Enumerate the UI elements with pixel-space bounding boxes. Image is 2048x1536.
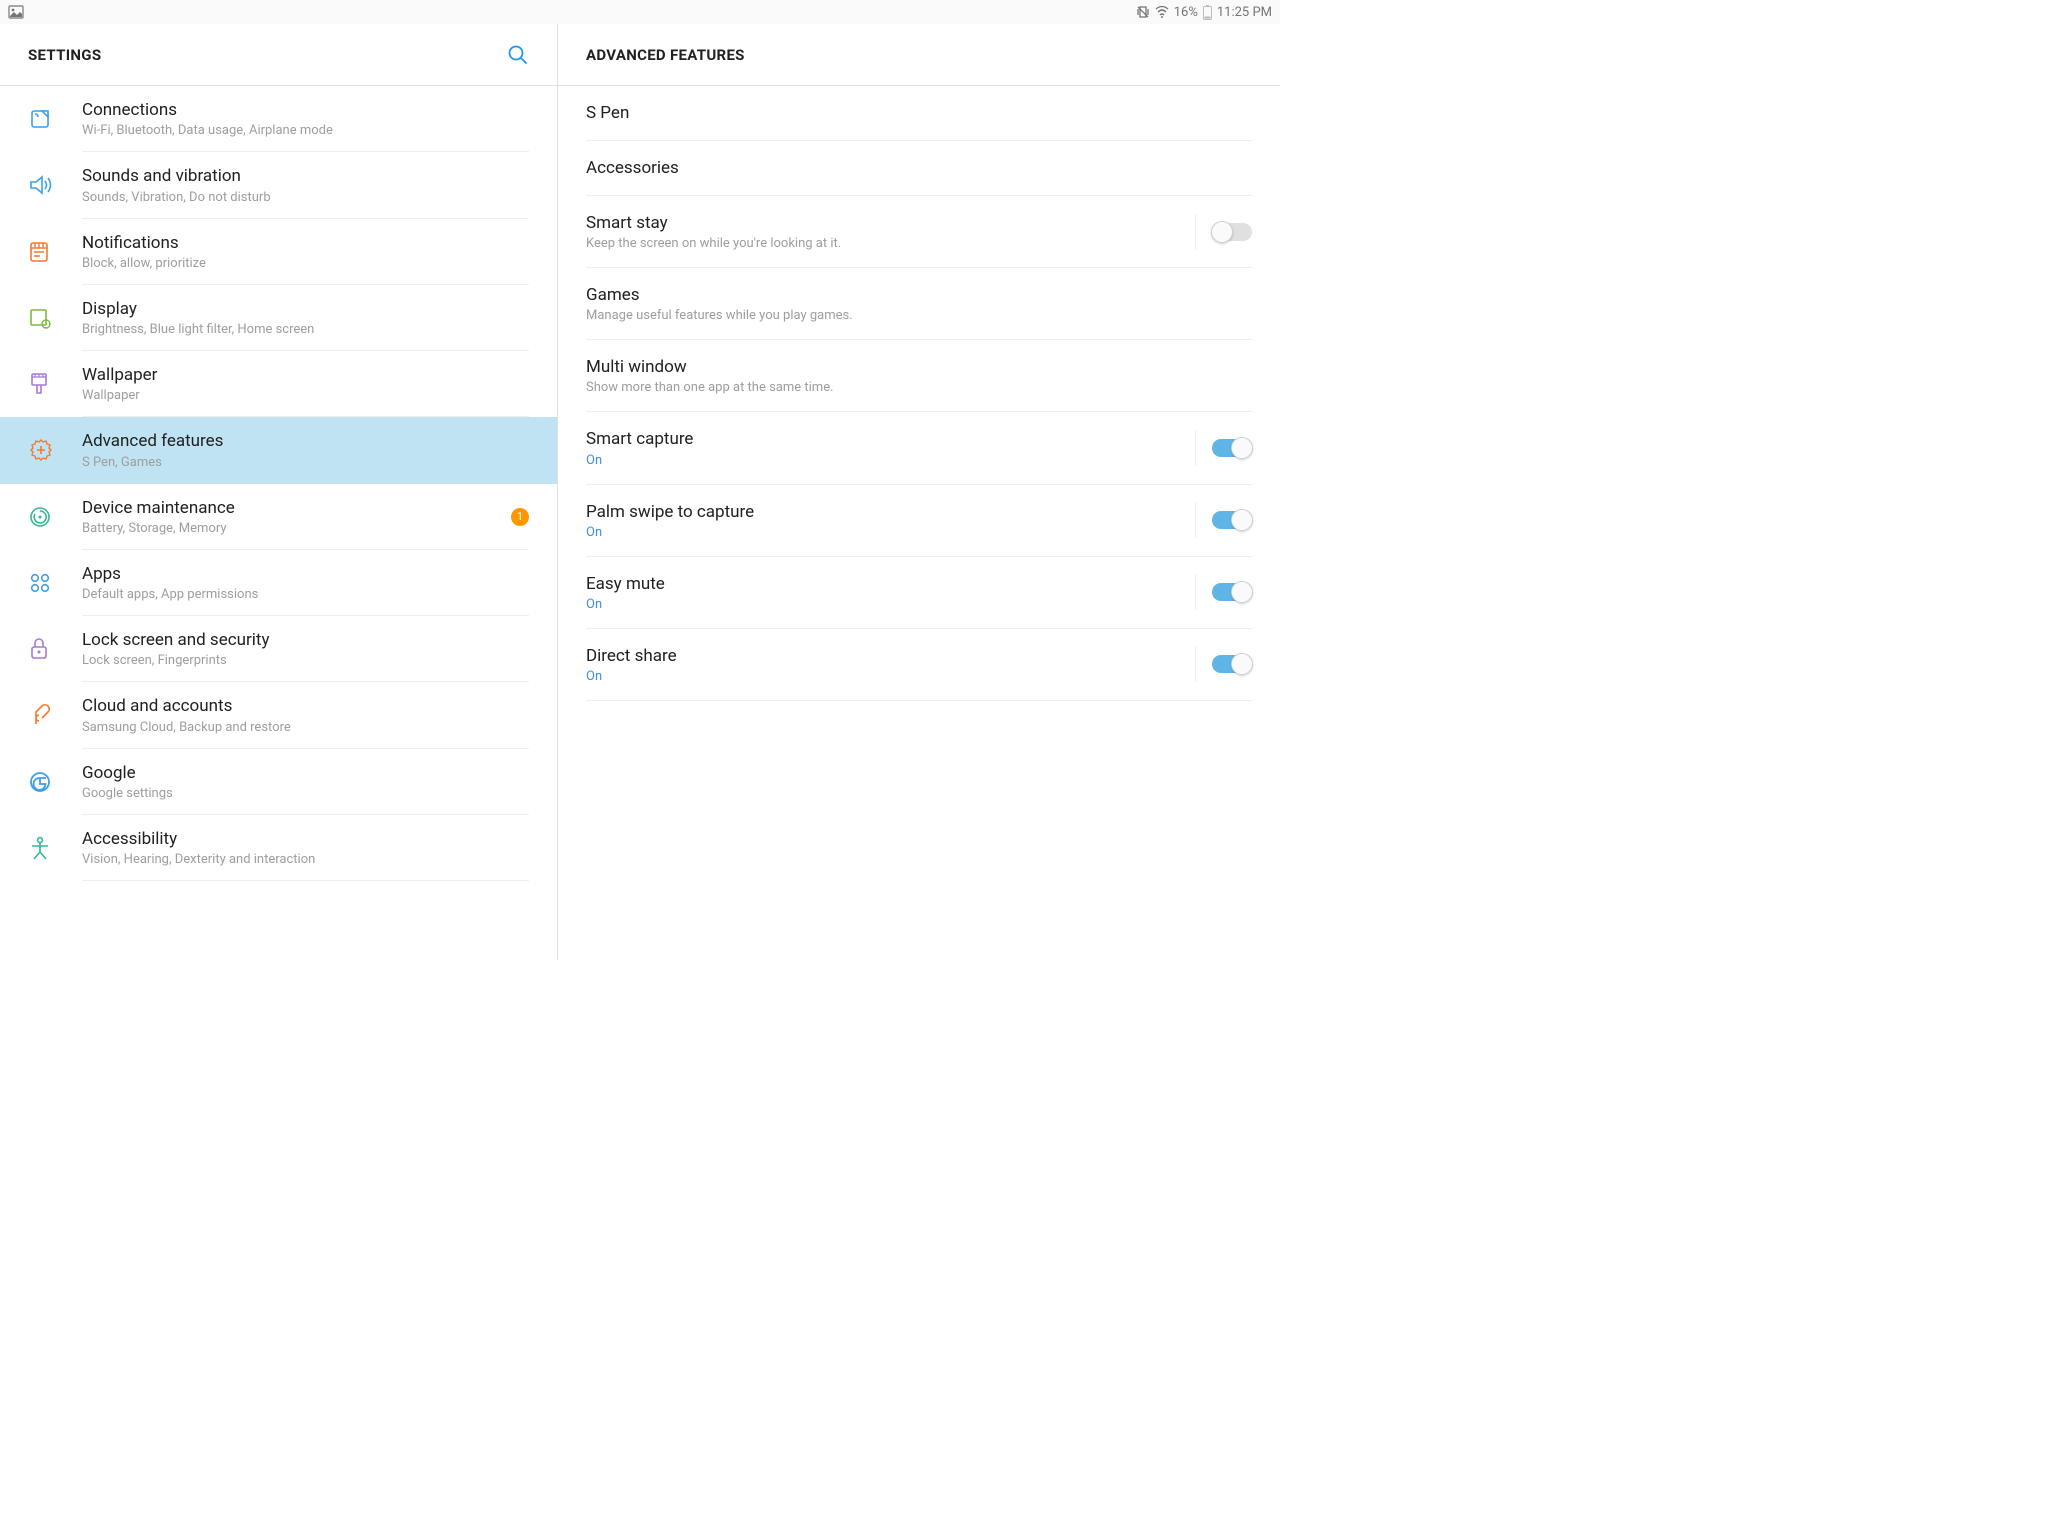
settings-item-title: Apps [82,564,519,585]
settings-item-title: Accessibility [82,829,519,850]
connections-icon [28,107,82,131]
detail-list: S Pen Accessories Smart stay Keep the scree… [558,86,1280,960]
settings-item-device-maintenance[interactable]: Device maintenance Battery, Storage, Memo… [0,484,557,550]
settings-item-subtitle: Vision, Hearing, Dexterity and interacti… [82,852,519,867]
toggle-switch[interactable] [1212,583,1252,601]
detail-item-subtitle: Show more than one app at the same time. [586,380,1252,395]
device-maintenance-icon [28,505,82,529]
settings-item-title: Connections [82,100,519,121]
toggle-switch[interactable] [1212,223,1252,241]
settings-item-subtitle: Default apps, App permissions [82,587,519,602]
settings-item-subtitle: Wallpaper [82,388,519,403]
settings-item-subtitle: Brightness, Blue light filter, Home scre… [82,322,519,337]
settings-item-notifications[interactable]: Notifications Block, allow, prioritize [0,219,557,285]
battery-percent: 16% [1174,5,1198,20]
settings-item-subtitle: Google settings [82,786,519,801]
toggle-switch[interactable] [1212,511,1252,529]
settings-list: Connections Wi-Fi, Bluetooth, Data usage,… [0,86,557,960]
wifi-icon [1155,6,1169,18]
settings-item-subtitle: Battery, Storage, Memory [82,521,501,536]
detail-item-direct-share[interactable]: Direct share On [586,629,1252,701]
clock: 11:25 PM [1217,5,1272,20]
settings-item-apps[interactable]: Apps Default apps, App permissions [0,550,557,616]
settings-item-subtitle: Wi-Fi, Bluetooth, Data usage, Airplane m… [82,123,519,138]
detail-item-subtitle: On [586,669,1195,684]
settings-item-title: Wallpaper [82,365,519,386]
detail-item-subtitle: On [586,525,1195,540]
detail-item-subtitle: On [586,597,1195,612]
settings-item-google[interactable]: Google Google settings [0,749,557,815]
notifications-icon [28,240,82,264]
settings-item-title: Device maintenance [82,498,501,519]
settings-item-title: Sounds and vibration [82,166,519,187]
detail-item-smart-stay[interactable]: Smart stay Keep the screen on while you'r… [586,196,1252,268]
settings-item-accessibility[interactable]: Accessibility Vision, Hearing, Dexterity … [0,815,557,881]
search-button[interactable] [507,44,529,66]
settings-item-wallpaper[interactable]: Wallpaper Wallpaper [0,351,557,417]
settings-item-subtitle: Sounds, Vibration, Do not disturb [82,190,519,205]
settings-item-display[interactable]: Display Brightness, Blue light filter, Ho… [0,285,557,351]
settings-item-lock-screen-and-security[interactable]: Lock screen and security Lock screen, Fin… [0,616,557,682]
search-icon [507,44,529,66]
wallpaper-icon [28,371,82,397]
detail-item-title: Easy mute [586,573,1195,595]
detail-pane: ADVANCED FEATURES S Pen Accessories Smart … [558,24,1280,960]
settings-item-title: Display [82,299,519,320]
detail-item-smart-capture[interactable]: Smart capture On [586,412,1252,484]
settings-item-title: Notifications [82,233,519,254]
detail-item-palm-swipe-to-capture[interactable]: Palm swipe to capture On [586,485,1252,557]
detail-header: ADVANCED FEATURES [558,24,1280,86]
detail-title: ADVANCED FEATURES [586,46,745,64]
google-icon [28,770,82,794]
toggle-switch[interactable] [1212,439,1252,457]
toggle-switch[interactable] [1212,655,1252,673]
detail-item-s-pen[interactable]: S Pen [586,86,1252,141]
cloud-accounts-icon [28,702,82,728]
settings-item-subtitle: S Pen, Games [82,455,519,470]
settings-title: SETTINGS [28,46,101,64]
vibrate-off-icon [1136,5,1150,19]
detail-item-title: Palm swipe to capture [586,501,1195,523]
detail-item-easy-mute[interactable]: Easy mute On [586,557,1252,629]
battery-icon [1203,5,1212,20]
settings-item-title: Google [82,763,519,784]
detail-item-title: Direct share [586,645,1195,667]
detail-item-subtitle: On [586,453,1195,468]
advanced-features-icon [28,437,82,463]
screenshot-indicator-icon [8,5,24,19]
display-icon [28,307,82,329]
detail-item-title: Accessories [586,157,1252,179]
settings-item-sounds-and-vibration[interactable]: Sounds and vibration Sounds, Vibration, D… [0,152,557,218]
detail-item-subtitle: Keep the screen on while you're looking … [586,236,1195,251]
detail-item-accessories[interactable]: Accessories [586,141,1252,196]
apps-icon [28,572,82,594]
detail-item-multi-window[interactable]: Multi window Show more than one app at th… [586,340,1252,412]
status-bar: 16% 11:25 PM [0,0,1280,24]
settings-item-advanced-features[interactable]: Advanced features S Pen, Games [0,417,557,483]
detail-item-title: Multi window [586,356,1252,378]
sounds-icon [28,174,82,196]
settings-item-title: Advanced features [82,431,519,452]
detail-item-title: Smart capture [586,428,1195,450]
detail-item-subtitle: Manage useful features while you play ga… [586,308,1252,323]
settings-item-title: Lock screen and security [82,630,519,651]
notification-badge: 1 [511,508,529,526]
settings-item-connections[interactable]: Connections Wi-Fi, Bluetooth, Data usage,… [0,86,557,152]
lock-security-icon [28,636,82,662]
settings-item-subtitle: Block, allow, prioritize [82,256,519,271]
detail-item-title: Smart stay [586,212,1195,234]
detail-item-games[interactable]: Games Manage useful features while you pl… [586,268,1252,340]
settings-item-cloud-and-accounts[interactable]: Cloud and accounts Samsung Cloud, Backup … [0,682,557,748]
detail-item-title: S Pen [586,102,1252,124]
settings-item-title: Cloud and accounts [82,696,519,717]
accessibility-icon [28,835,82,861]
detail-item-title: Games [586,284,1252,306]
settings-header: SETTINGS [0,24,557,86]
settings-item-subtitle: Samsung Cloud, Backup and restore [82,720,519,735]
settings-item-subtitle: Lock screen, Fingerprints [82,653,519,668]
settings-sidebar: SETTINGS Connections Wi-Fi, Bluetooth, Da… [0,24,558,960]
